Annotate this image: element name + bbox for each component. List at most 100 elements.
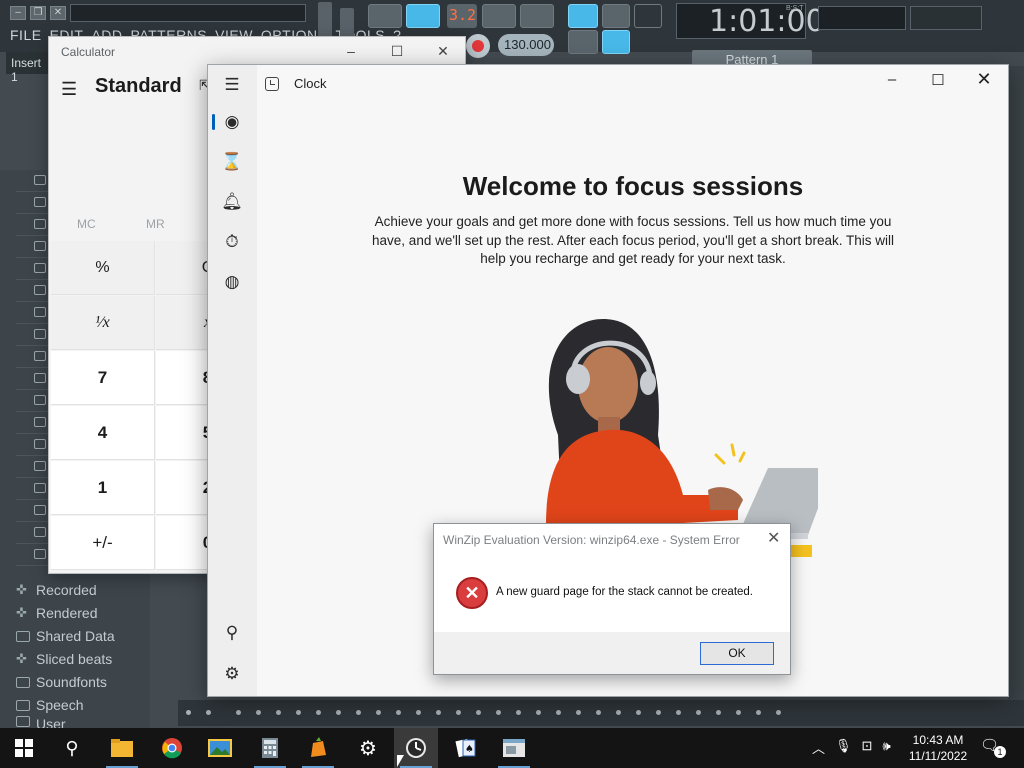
fl-browser-item-sliced-beats[interactable]: ✜ Sliced beats <box>16 649 112 669</box>
fl-step-dot[interactable] <box>516 710 521 715</box>
fl-link-icon[interactable] <box>602 30 630 54</box>
fl-studio-taskbar-icon[interactable] <box>296 728 340 768</box>
network-icon[interactable]: ⊡ <box>862 738 873 757</box>
speaker-volume-icon[interactable]: 🕪︎ <box>882 738 890 757</box>
calculator-taskbar-icon[interactable] <box>248 728 292 768</box>
settings-gear-icon[interactable]: ⚙ <box>220 662 244 686</box>
fl-step-dot[interactable] <box>316 710 321 715</box>
fl-metronome-knob-icon[interactable] <box>634 4 662 28</box>
fl-browser-folder-row[interactable] <box>16 346 48 368</box>
calculator-menu-icon[interactable]: ☰ <box>61 79 77 100</box>
focus-sessions-icon[interactable]: ◉ <box>220 110 244 134</box>
negate-key[interactable]: +/- <box>51 516 155 570</box>
fl-step-dot[interactable] <box>616 710 621 715</box>
memory-recall-button[interactable]: MR <box>146 217 165 231</box>
fl-step-dot[interactable] <box>756 710 761 715</box>
fl-browser-item-speech[interactable]: Speech <box>16 695 83 715</box>
fl-browser-folder-row[interactable] <box>16 500 48 522</box>
fl-loop-record-icon[interactable] <box>520 4 554 28</box>
fl-step-dot[interactable] <box>296 710 301 715</box>
hamburger-menu-icon[interactable]: ☰ <box>220 73 244 97</box>
fl-browser-folder-row[interactable] <box>16 214 48 236</box>
start-button[interactable] <box>2 728 46 768</box>
fl-step-dot[interactable] <box>716 710 721 715</box>
fl-browser-folder-row[interactable] <box>16 324 48 346</box>
digit-4-key[interactable]: 4 <box>51 406 155 460</box>
fl-step-dot[interactable] <box>186 710 191 715</box>
fl-step-dot[interactable] <box>356 710 361 715</box>
percent-key[interactable]: % <box>51 241 155 295</box>
fl-time-icon[interactable] <box>406 4 440 28</box>
fl-browser-folder-row[interactable] <box>16 412 48 434</box>
fl-insert-selector[interactable]: Insert 1 <box>6 52 48 84</box>
fl-arrow-right-icon[interactable] <box>602 4 630 28</box>
fl-record-button[interactable] <box>466 34 490 58</box>
fl-step-dot[interactable] <box>596 710 601 715</box>
file-explorer-icon[interactable] <box>100 728 144 768</box>
calculator-maximize-button[interactable]: ☐ <box>383 41 411 61</box>
fl-browser-folder-row[interactable] <box>16 522 48 544</box>
reciprocal-key[interactable]: ¹⁄x <box>51 296 155 350</box>
fl-step-dot[interactable] <box>496 710 501 715</box>
fl-step-dot[interactable] <box>736 710 741 715</box>
fl-step-dot[interactable] <box>396 710 401 715</box>
fl-step-dot[interactable] <box>476 710 481 715</box>
world-clock-globe-icon[interactable]: ◍ <box>220 270 244 294</box>
fl-step-dot[interactable] <box>576 710 581 715</box>
fl-browser-folder-row[interactable] <box>16 192 48 214</box>
fl-step-dot[interactable] <box>696 710 701 715</box>
fl-step-dot[interactable] <box>206 710 211 715</box>
microphone-icon[interactable]: 🎙︎ <box>835 738 852 757</box>
fl-tempo-mode[interactable]: 3.2 <box>447 4 477 28</box>
fl-browser-folder-row[interactable] <box>16 280 48 302</box>
fl-browser-folder-row[interactable] <box>16 456 48 478</box>
fl-minimize-button[interactable]: – <box>10 6 26 20</box>
fl-browser-folder-row[interactable] <box>16 390 48 412</box>
calculator-close-button[interactable]: ✕ <box>429 41 457 61</box>
clock-maximize-button[interactable]: ☐ <box>926 71 950 93</box>
taskbar-clock[interactable]: 10:43 AM 11/11/2022 <box>902 732 974 764</box>
fl-browser-item-user[interactable]: User <box>16 716 66 728</box>
fl-step-dot[interactable] <box>336 710 341 715</box>
fl-step-dot[interactable] <box>776 710 781 715</box>
fl-browser-folder-row[interactable] <box>16 478 48 500</box>
memory-clear-button[interactable]: MC <box>77 217 96 231</box>
fl-browser-item-soundfonts[interactable]: Soundfonts <box>16 672 107 692</box>
fl-restore-button[interactable]: ❐ <box>30 6 46 20</box>
photos-app-icon[interactable] <box>198 728 242 768</box>
fl-brush-icon[interactable] <box>568 30 598 54</box>
fl-step-dot[interactable] <box>236 710 241 715</box>
fl-step-dot[interactable] <box>436 710 441 715</box>
solitaire-taskbar-icon[interactable]: ♠ <box>444 728 488 768</box>
fl-step-dot[interactable] <box>676 710 681 715</box>
fl-browser-item-recorded[interactable]: ✜ Recorded <box>16 580 97 600</box>
fl-browser-folder-row[interactable] <box>16 258 48 280</box>
stopwatch-icon[interactable]: ⏱︎ <box>220 230 244 254</box>
settings-taskbar-icon[interactable]: ⚙ <box>346 728 390 768</box>
fl-step-dot[interactable] <box>536 710 541 715</box>
fl-browser-folder-row[interactable] <box>16 236 48 258</box>
fl-step-dot[interactable] <box>276 710 281 715</box>
fl-playlist-scroll-area[interactable] <box>1008 66 1024 700</box>
search-icon[interactable]: ⚲ <box>50 728 94 768</box>
fl-browser-folder-row[interactable] <box>16 434 48 456</box>
alarm-bell-icon[interactable]: 🔔︎ <box>220 190 244 214</box>
account-person-icon[interactable]: ⚲ <box>220 621 244 645</box>
fl-browser-folder-row[interactable] <box>16 368 48 390</box>
fl-step-dot[interactable] <box>256 710 261 715</box>
digit-1-key[interactable]: 1 <box>51 461 155 515</box>
fl-step-edit-icon[interactable] <box>482 4 516 28</box>
notification-center-icon[interactable]: 🗨︎ 1 <box>980 736 1008 760</box>
timer-hourglass-icon[interactable]: ⌛ <box>220 150 244 174</box>
winzip-taskbar-icon[interactable] <box>492 728 536 768</box>
clock-minimize-button[interactable]: – <box>880 71 904 93</box>
fl-browser-item-rendered[interactable]: ✜ Rendered <box>16 603 98 623</box>
digit-7-key[interactable]: 7 <box>51 351 155 405</box>
fl-browser-folder-row[interactable] <box>16 170 48 192</box>
fl-step-dot[interactable] <box>416 710 421 715</box>
calculator-minimize-button[interactable]: – <box>337 41 365 61</box>
ok-button[interactable]: OK <box>700 642 774 665</box>
fl-metronome-icon[interactable] <box>368 4 402 28</box>
fl-step-dot[interactable] <box>656 710 661 715</box>
fl-close-button[interactable]: ✕ <box>50 6 66 20</box>
